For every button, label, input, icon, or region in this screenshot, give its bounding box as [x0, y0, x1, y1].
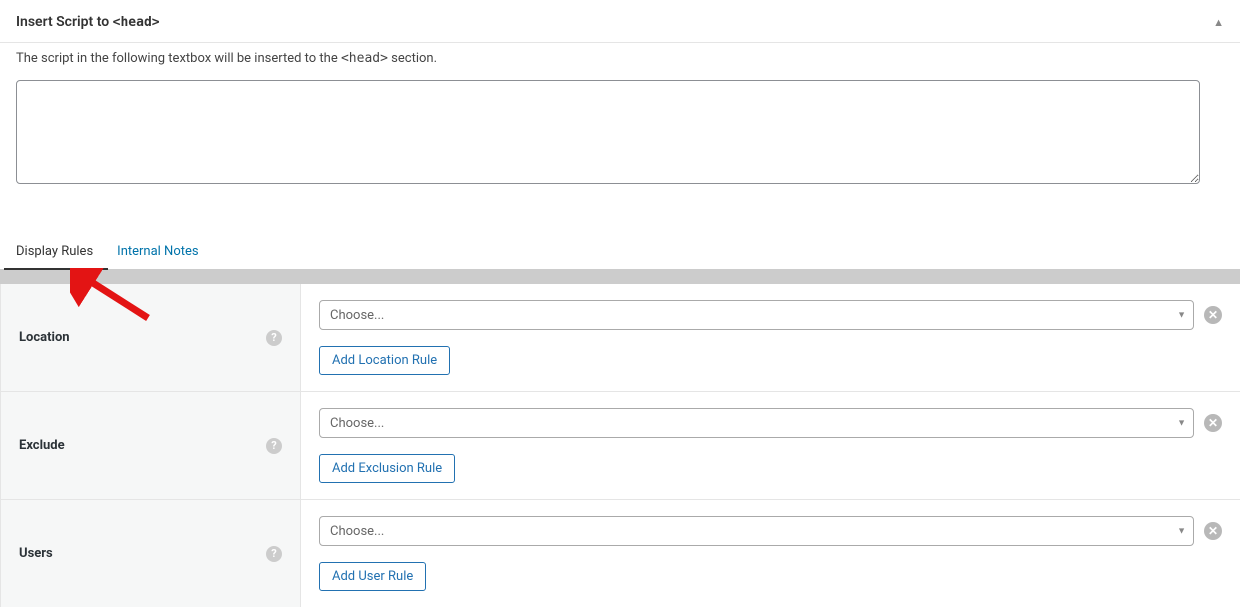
desc-suffix: section. — [388, 51, 437, 66]
users-select[interactable]: Choose... — [319, 516, 1194, 546]
add-location-rule-button[interactable]: Add Location Rule — [319, 346, 450, 375]
help-icon[interactable]: ? — [266, 546, 282, 562]
exclude-select-placeholder: Choose... — [330, 416, 384, 431]
rule-content-location: Choose... ▼ ✕ Add Location Rule — [301, 284, 1240, 391]
panel-body: The script in the following textbox will… — [0, 43, 1240, 204]
delete-rule-icon[interactable]: ✕ — [1204, 522, 1222, 540]
help-icon[interactable]: ? — [266, 330, 282, 346]
rule-label-exclude-text: Exclude — [19, 438, 65, 453]
delete-rule-icon[interactable]: ✕ — [1204, 414, 1222, 432]
rule-label-location: Location ? — [1, 284, 301, 391]
rule-label-location-text: Location — [19, 330, 70, 345]
add-exclusion-rule-button[interactable]: Add Exclusion Rule — [319, 454, 455, 483]
location-select-placeholder: Choose... — [330, 308, 384, 323]
users-select-placeholder: Choose... — [330, 524, 384, 539]
add-user-rule-button[interactable]: Add User Rule — [319, 562, 426, 591]
rule-row-users: Users ? Choose... ▼ ✕ Add User Rule — [0, 500, 1240, 607]
panel-header: Insert Script to <head> ▲ — [0, 0, 1240, 42]
panel-title-prefix: Insert Script to — [16, 14, 113, 30]
panel-title-tag: <head> — [113, 15, 160, 30]
tab-display-rules[interactable]: Display Rules — [4, 234, 105, 269]
panel-description: The script in the following textbox will… — [16, 51, 1224, 66]
rule-row-exclude: Exclude ? Choose... ▼ ✕ Add Exclusion Ru… — [0, 392, 1240, 500]
rule-content-users: Choose... ▼ ✕ Add User Rule — [301, 500, 1240, 607]
collapse-icon[interactable]: ▲ — [1213, 16, 1224, 29]
rule-label-users-text: Users — [19, 546, 53, 561]
delete-rule-icon[interactable]: ✕ — [1204, 306, 1222, 324]
desc-prefix: The script in the following textbox will… — [16, 51, 341, 66]
desc-tag: <head> — [341, 51, 388, 66]
tabs-nav: Display Rules Internal Notes — [0, 234, 1240, 270]
rule-row-location: Location ? Choose... ▼ ✕ Add Location Ru… — [0, 284, 1240, 392]
panel-title: Insert Script to <head> — [16, 14, 160, 30]
location-select[interactable]: Choose... — [319, 300, 1194, 330]
tab-internal-notes[interactable]: Internal Notes — [105, 234, 210, 269]
exclude-select[interactable]: Choose... — [319, 408, 1194, 438]
rule-label-users: Users ? — [1, 500, 301, 607]
help-icon[interactable]: ? — [266, 438, 282, 454]
rule-content-exclude: Choose... ▼ ✕ Add Exclusion Rule — [301, 392, 1240, 499]
script-textarea[interactable] — [16, 80, 1200, 184]
tab-divider-bar — [0, 270, 1240, 284]
rule-label-exclude: Exclude ? — [1, 392, 301, 499]
